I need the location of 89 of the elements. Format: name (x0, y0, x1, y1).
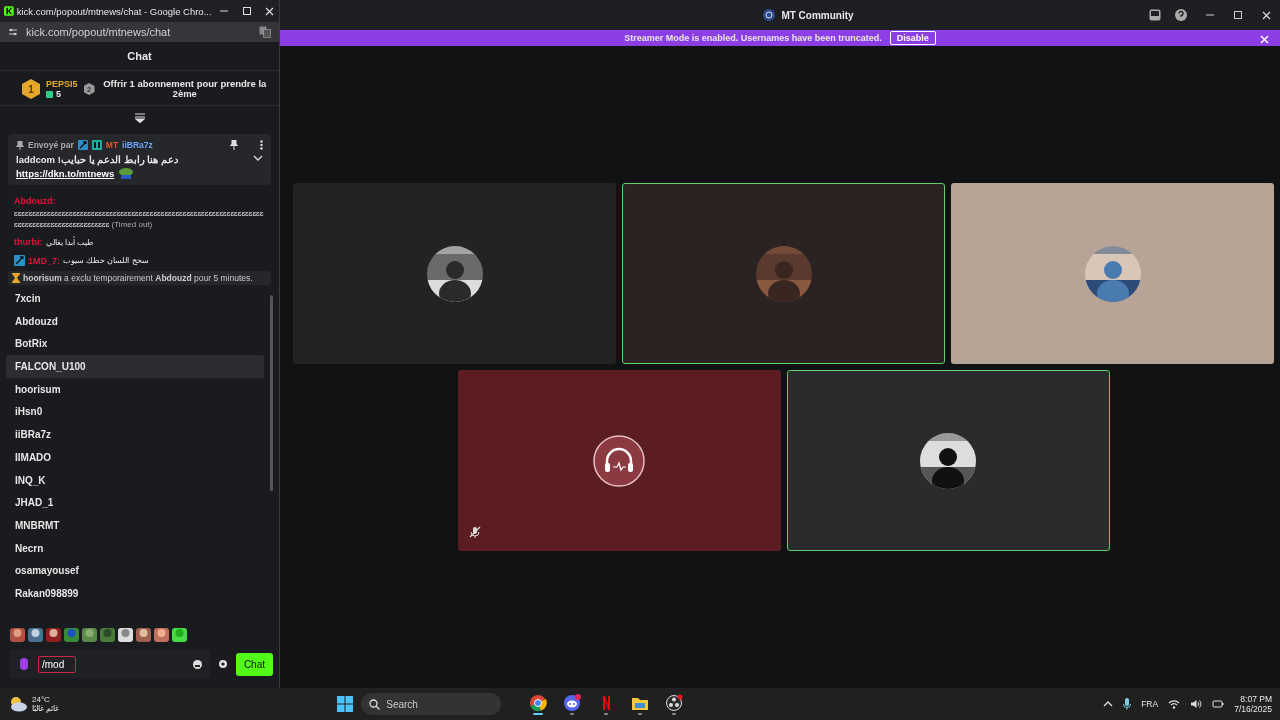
emote-icon[interactable] (136, 626, 151, 642)
user-suggestion[interactable]: iHsn0 (6, 400, 264, 424)
battery-icon[interactable] (1212, 699, 1225, 709)
obs-icon[interactable] (665, 693, 684, 712)
taskbar-search[interactable]: Search (361, 693, 502, 715)
chrome-icon[interactable] (529, 693, 548, 712)
collapse-icon[interactable] (133, 113, 146, 123)
pin-icon[interactable] (230, 140, 238, 150)
weather-icon (8, 696, 28, 712)
help-icon[interactable] (1175, 9, 1187, 21)
user-suggestion[interactable]: FALCON_U100 (6, 355, 264, 378)
emote-icon[interactable] (172, 626, 187, 642)
kick-logo-icon (4, 5, 14, 17)
maximize-icon[interactable] (1233, 10, 1243, 20)
pin-icon (16, 140, 24, 150)
gift-count: 5 (56, 89, 61, 99)
rank-badge: 1 (22, 79, 40, 99)
pinned-text: laddcom !دعم هنا رابط الدعم يا حبايب (16, 154, 180, 165)
search-icon (369, 698, 381, 710)
user-suggestion[interactable]: IIMADO (6, 445, 264, 469)
chat-username[interactable]: Abdouzd: (14, 195, 56, 208)
inbox-icon[interactable] (1149, 9, 1161, 21)
chat-username[interactable]: 1MD_7: (28, 254, 60, 268)
user-suggestion[interactable]: hoorisum (6, 377, 264, 401)
moderation-notice: hoorisum a exclu temporairement Abdouzd pour 5 minutes. (23, 273, 253, 284)
headphones-icon (593, 434, 645, 487)
more-icon[interactable] (260, 140, 263, 150)
emote-icon[interactable] (10, 626, 25, 642)
translate-icon[interactable] (259, 26, 271, 38)
send-button[interactable]: Chat (235, 652, 273, 676)
windows-start-icon[interactable] (337, 696, 354, 712)
emote-icon[interactable] (82, 626, 97, 642)
leaderboard-offer: Offrir 1 abonnement pour prendre la 2ème (102, 79, 268, 99)
pinned-link[interactable]: https://dkn.to/mtnews (16, 167, 115, 179)
chat-message: سحج اللسان حطك سيوب (63, 255, 149, 267)
microphone-icon[interactable] (1123, 698, 1132, 710)
chat-username[interactable]: thurbi: (14, 235, 43, 249)
banner-text: Streamer Mode is enabled. Usernames have been truncated. (624, 33, 882, 43)
close-icon (263, 5, 275, 17)
sender-label: Envoyé par (28, 140, 74, 150)
disable-button[interactable]: Disable (889, 31, 936, 45)
window-title: kick.com/popout/mtnews/chat - Google Chro... (16, 5, 212, 17)
hourglass-icon (12, 273, 20, 284)
emote-icon[interactable] (154, 626, 169, 642)
community-logo-icon (763, 9, 776, 21)
wifi-icon[interactable] (1168, 699, 1181, 709)
user-suggestion[interactable]: Necrn (6, 536, 264, 560)
moderator-badge-icon (14, 255, 25, 267)
close-icon[interactable] (1261, 9, 1272, 21)
clock-time[interactable]: 8:07 PM (1240, 694, 1272, 704)
leader-name: PEPSI5 (46, 79, 78, 89)
user-suggestion[interactable]: iiBRa7z (6, 423, 264, 446)
chat-title: Chat (127, 50, 152, 62)
muted-mic-icon (468, 526, 481, 538)
maximize-icon (241, 6, 252, 16)
chat-message: ɛɛɛɛɛɛɛɛɛɛɛɛɛɛɛɛɛɛɛɛɛɛɛɛɛɛɛɛɛɛɛɛɛɛɛɛɛɛɛɛɛɛɛɛɛɛɛɛɛɛɛɛɛɛɛɛɛɛɛɛɛɛɛɛɛɛɛɛɛɛɛɛɛɛɛɛɛɛɛɛɛɛɛɛɛɛɛɛɛɛɛɛɛɛ (Timed out) (14, 207, 265, 230)
user-suggestion[interactable]: INQ_K (6, 468, 264, 492)
app-title: MT Community (781, 9, 854, 21)
emote-icon[interactable] (118, 626, 133, 642)
user-suggestion[interactable]: osamayousef (6, 559, 264, 583)
user-suggestion[interactable]: BotRix (6, 332, 264, 356)
user-suggestion[interactable]: JHAD_1 (6, 491, 264, 515)
chat-message: طيب أبدا يغالي (45, 236, 93, 248)
weather-text: غائم غالبًا (32, 704, 60, 713)
user-suggestion[interactable]: MNBRMT (6, 514, 264, 537)
expand-icon[interactable] (253, 154, 263, 162)
language-indicator[interactable]: FRA (1141, 699, 1159, 709)
speaker-icon[interactable] (1190, 699, 1203, 709)
chat-input[interactable]: /mod (38, 655, 76, 673)
chevron-up-icon[interactable] (1103, 700, 1114, 708)
user-suggestion[interactable]: 7xcin (6, 287, 264, 310)
user-suggestion[interactable]: Abdouzd (6, 309, 264, 333)
gift-icon (46, 90, 53, 98)
subscriber-badge-icon (91, 140, 102, 150)
close-icon (1259, 34, 1270, 45)
frog-emote-icon (118, 167, 135, 179)
emoji-icon[interactable] (192, 659, 202, 669)
user-suggestion[interactable]: Rakan098899 (6, 582, 264, 605)
emote-icon[interactable] (46, 626, 61, 642)
temperature: 24°C (32, 695, 51, 704)
username[interactable]: iiBRa7z (122, 140, 226, 150)
user-role-label: MT (105, 140, 119, 150)
moderator-badge-icon (77, 140, 88, 150)
site-settings-icon[interactable] (8, 27, 18, 37)
discord-icon[interactable] (563, 693, 582, 712)
clock-date[interactable]: 7/16/2025 (1234, 704, 1272, 714)
scrollbar[interactable] (270, 295, 273, 492)
settings-icon[interactable] (217, 659, 228, 669)
emote-icon[interactable] (28, 626, 43, 642)
